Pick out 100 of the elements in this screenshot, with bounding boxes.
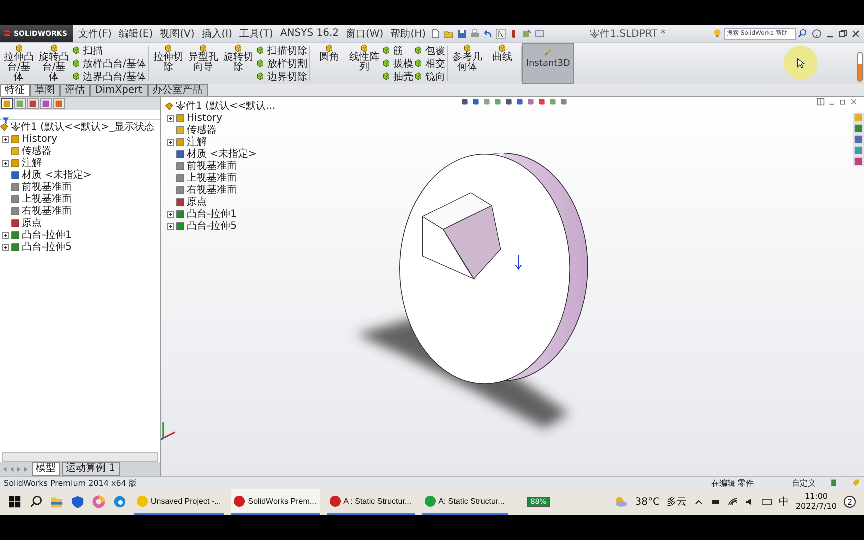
shield-icon[interactable] (71, 495, 85, 509)
taskbar-app[interactable]: A: Static Structur... (422, 489, 508, 515)
panel-tab[interactable] (1, 98, 13, 109)
expander-icon[interactable] (167, 222, 174, 230)
keyboard-icon[interactable] (762, 497, 772, 507)
folder-icon[interactable] (444, 28, 454, 38)
tree-item[interactable]: 材质 <未指定> (22, 168, 92, 182)
tree-item[interactable]: 原点 (22, 216, 42, 230)
browser-icon[interactable] (113, 495, 127, 509)
close-icon[interactable] (850, 98, 858, 106)
menu-item[interactable]: 编辑(E) (116, 26, 156, 40)
input-method-text[interactable]: 中 (778, 495, 789, 509)
ribbon-button[interactable]: 包覆 (414, 44, 446, 57)
filter-icon[interactable] (2, 117, 10, 125)
graphics-area[interactable]: 零件1 (默认<<默认... History 传感器 注解 材质 <未指定> 前视基准面 上视基准面 右视基准面 原点 凸台-拉伸1 凸台-拉伸5 (161, 97, 864, 476)
model-tab[interactable]: 模型 (32, 462, 60, 476)
taskbar-app[interactable]: SolidWorks Prem... (231, 489, 320, 515)
search-icon[interactable] (29, 495, 43, 509)
windows-start-icon[interactable] (8, 495, 22, 509)
tree-item[interactable]: History (187, 112, 223, 124)
wifi-icon[interactable] (728, 497, 738, 507)
tree-item[interactable]: 上视基准面 (187, 171, 237, 185)
navigation-arrows-icon[interactable] (2, 466, 30, 472)
ring-icon[interactable] (92, 495, 106, 509)
clock-date[interactable]: 2022/7/10 (796, 502, 837, 512)
weather-text[interactable]: 多云 (666, 495, 687, 509)
ribbon-button[interactable]: 抽壳 (382, 70, 414, 83)
ribbon-button[interactable]: 旋转切除 (221, 44, 256, 73)
tree-item[interactable]: 注解 (187, 135, 207, 149)
units-text[interactable]: 自定义 (792, 478, 816, 488)
tab[interactable]: 草图 (30, 84, 60, 96)
ribbon-button[interactable]: 筋 (382, 44, 414, 57)
menu-item[interactable]: 文件(F) (76, 26, 114, 40)
restore-icon[interactable] (839, 98, 847, 106)
ribbon-button[interactable]: 线性阵列 (347, 44, 382, 73)
ribbon-button[interactable]: 拉伸切除 (151, 44, 186, 73)
menu-item[interactable]: 窗口(W) (344, 26, 386, 40)
ribbon-button[interactable]: 拉伸凸台/基体 (2, 44, 36, 83)
taskbar-app[interactable]: Unsaved Project -... (134, 489, 224, 515)
ribbon-button[interactable]: 相交 (414, 57, 446, 70)
ribbon-button[interactable]: 曲线 (485, 44, 520, 63)
ribbon-button[interactable]: 边界凸台/基体 (72, 70, 146, 83)
clock-time[interactable]: 11:00 (804, 492, 828, 502)
new-document-icon[interactable] (431, 28, 442, 38)
screen-icon[interactable] (535, 28, 546, 38)
tree-item[interactable]: 凸台-拉伸5 (187, 219, 237, 233)
close-icon[interactable] (851, 28, 861, 38)
expander-icon[interactable] (2, 160, 9, 166)
save-icon[interactable] (457, 28, 468, 38)
help-book-icon[interactable] (830, 479, 838, 487)
tree-item[interactable]: 原点 (187, 195, 207, 209)
tree-item[interactable]: 凸台-拉伸1 (22, 228, 72, 242)
ribbon-button[interactable]: 异型孔向导 (186, 44, 220, 73)
scrollbar[interactable] (2, 452, 158, 462)
tree-item[interactable]: 前视基准面 (22, 180, 72, 194)
tree-item[interactable]: 传感器 (187, 123, 217, 137)
folder-icon[interactable] (50, 495, 64, 509)
taskbar-app[interactable]: A : Static Structur... (326, 489, 415, 515)
tree-item[interactable]: 右视基准面 (187, 183, 237, 197)
tree-item[interactable]: 凸台-拉伸1 (187, 207, 237, 221)
menu-item[interactable]: 帮助(H) (388, 26, 428, 40)
split-view-icon[interactable] (817, 98, 825, 106)
tab[interactable]: 评估 (60, 84, 90, 96)
printer-icon[interactable] (470, 28, 480, 38)
tree-item[interactable]: 上视基准面 (22, 192, 72, 206)
tree-item[interactable]: 右视基准面 (22, 204, 72, 218)
menu-item[interactable]: 工具(T) (238, 26, 276, 40)
pointer-icon[interactable] (496, 28, 506, 38)
tree-item[interactable]: 注解 (22, 156, 42, 170)
restore-icon[interactable] (838, 28, 848, 38)
panel-tab[interactable] (27, 98, 39, 109)
ribbon-button[interactable]: 放样切割 (256, 57, 308, 70)
tree-item[interactable]: 材质 <未指定> (187, 147, 257, 161)
ribbon-button[interactable]: 放样凸台/基体 (72, 57, 146, 70)
model-tab[interactable]: 运动算例 1 (62, 462, 120, 476)
notification-badge[interactable]: 2 (844, 496, 856, 508)
battery-icon[interactable] (710, 497, 721, 507)
expander-icon[interactable] (2, 244, 9, 250)
tree-root[interactable]: 零件1 (默认<<默认>_显示状态 (11, 120, 155, 134)
tab[interactable]: DimXpert (90, 84, 148, 96)
ribbon-button[interactable]: 拔模 (382, 57, 414, 70)
temperature-text[interactable]: 38°C (635, 496, 660, 508)
ribbon-button[interactable]: 镜向 (414, 70, 446, 83)
ribbon-button[interactable]: 圆角 (312, 44, 346, 63)
menu-item[interactable]: 插入(I) (200, 26, 235, 40)
undo-icon[interactable] (483, 28, 494, 38)
ribbon-button[interactable]: 边界切除 (256, 70, 308, 83)
menu-item[interactable]: 视图(V) (158, 26, 197, 40)
expander-icon[interactable] (2, 232, 9, 238)
scrollbar[interactable] (857, 52, 863, 82)
tree-item[interactable]: 凸台-拉伸5 (22, 240, 72, 254)
expander-icon[interactable] (167, 210, 174, 218)
tab[interactable]: 办公室产品 (148, 84, 208, 96)
tree-item[interactable]: 前视基准面 (187, 159, 237, 173)
expander-icon[interactable] (167, 138, 174, 146)
tree-item[interactable]: History (22, 134, 58, 144)
ribbon-button[interactable]: 旋转凸台/基体 (37, 44, 71, 83)
ribbon-button[interactable]: 扫描 (72, 44, 146, 57)
tab[interactable]: 特征 (0, 84, 30, 96)
tree-item[interactable]: 传感器 (22, 144, 52, 158)
